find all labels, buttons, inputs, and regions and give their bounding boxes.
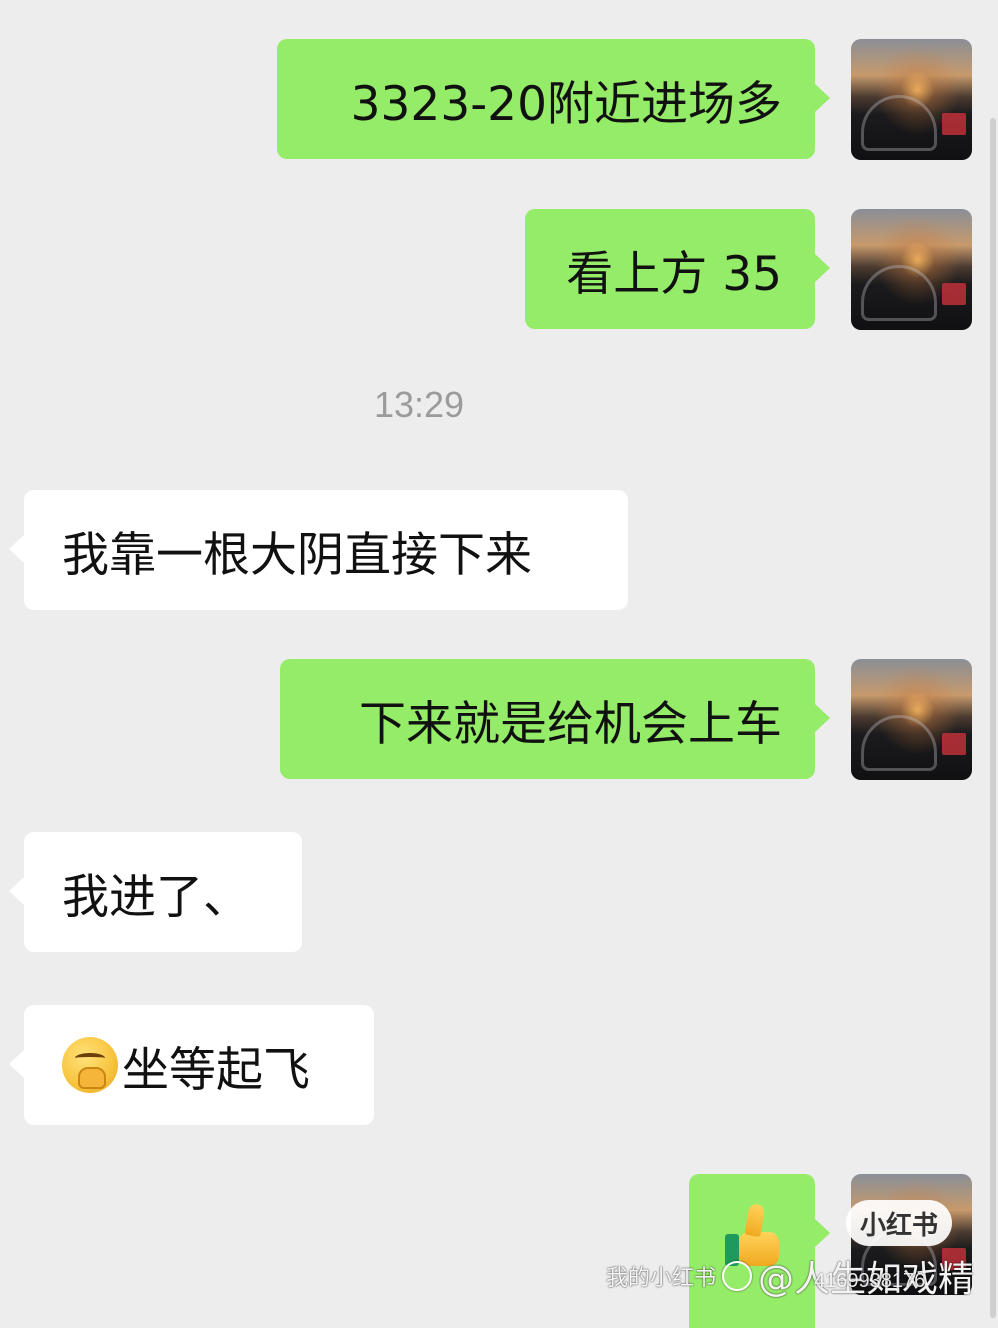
xiaohongshu-logo-badge: 小红书 (846, 1200, 952, 1246)
avatar[interactable] (851, 659, 972, 780)
xiaohongshu-logo-icon (722, 1261, 753, 1291)
message-text: 我靠一根大阴直接下来 (62, 527, 532, 583)
message-bubble-outgoing[interactable]: 下来就是给机会上车 (280, 659, 830, 779)
message-bubble-outgoing[interactable]: 看上方 35 (525, 209, 830, 329)
message-text: 我进了、 (62, 869, 250, 925)
message-text: 下来就是给机会上车 (359, 696, 782, 752)
watermark-mine: 我的小红书 (606, 1266, 717, 1291)
message-text: 看上方 35 (566, 246, 782, 302)
chat-timestamp: 13:29 (373, 384, 465, 425)
message-bubble-incoming[interactable]: 我进了、 (9, 832, 302, 952)
message-text: 3323-20附近进场多 (350, 76, 782, 132)
hand-over-mouth-emoji-icon (62, 1037, 118, 1093)
message-text: 坐等起飞 (122, 1042, 310, 1098)
scrollbar[interactable] (990, 118, 996, 1318)
watermark-id: 4169938176 (814, 1270, 926, 1292)
message-bubble-outgoing[interactable]: 3323-20附近进场多 (277, 39, 830, 159)
avatar[interactable] (851, 209, 972, 330)
message-bubble-incoming[interactable]: 坐等起飞 (9, 1005, 374, 1125)
avatar[interactable] (851, 39, 972, 160)
message-bubble-incoming[interactable]: 我靠一根大阴直接下来 (9, 490, 628, 610)
